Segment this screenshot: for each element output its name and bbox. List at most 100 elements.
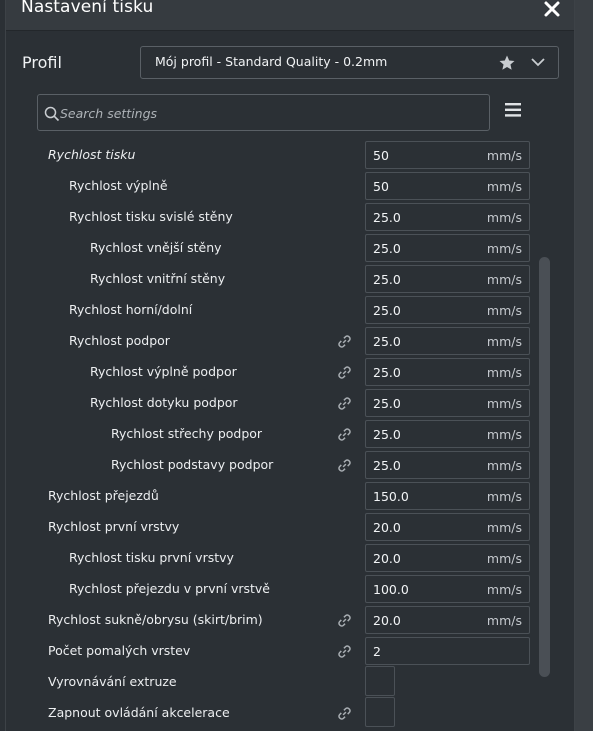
setting-unit: mm/s	[486, 272, 522, 287]
setting-label: Rychlost horní/dolní	[69, 302, 193, 317]
setting-label: Rychlost první vrstvy	[48, 519, 180, 534]
link-icon[interactable]	[337, 706, 352, 721]
profile-label: Profil	[22, 53, 62, 72]
setting-row: Rychlost střechy podpor 25.0 mm/s	[6, 418, 536, 449]
setting-label: Rychlost podpor	[69, 333, 170, 348]
setting-value: 25.0	[373, 365, 401, 380]
setting-row: Rychlost přejezdů 150.0 mm/s	[6, 480, 536, 511]
setting-label: Rychlost tisku první vrstvy	[69, 550, 234, 565]
setting-value: 50	[373, 179, 389, 194]
setting-value-field[interactable]: 50 mm/s	[365, 141, 530, 169]
setting-label: Počet pomalých vrstev	[48, 643, 191, 658]
setting-row: Rychlost tisku 50 mm/s	[6, 139, 536, 170]
setting-label: Zapnout ovládání akcelerace	[48, 705, 230, 720]
setting-unit: mm/s	[486, 210, 522, 225]
setting-row: Rychlost dotyku podpor 25.0 mm/s	[6, 387, 536, 418]
setting-value-field[interactable]: 25.0 mm/s	[365, 327, 530, 355]
setting-value: 100.0	[373, 582, 409, 597]
setting-value: 2	[373, 644, 381, 659]
setting-row: Počet pomalých vrstev 2	[6, 635, 536, 666]
setting-value: 20.0	[373, 613, 401, 628]
setting-unit: mm/s	[486, 365, 522, 380]
link-icon[interactable]	[337, 396, 352, 411]
setting-unit: mm/s	[486, 520, 522, 535]
setting-row: Rychlost vnitřní stěny 25.0 mm/s	[6, 263, 536, 294]
setting-label: Rychlost vnější stěny	[90, 240, 222, 255]
setting-row: Rychlost podpor 25.0 mm/s	[6, 325, 536, 356]
panel-title: Nastavení tisku	[21, 0, 154, 17]
setting-unit: mm/s	[486, 179, 522, 194]
setting-label: Rychlost střechy podpor	[111, 426, 263, 441]
setting-unit: mm/s	[486, 396, 522, 411]
setting-unit: mm/s	[486, 551, 522, 566]
search-input[interactable]	[60, 103, 480, 123]
scrollbar[interactable]	[539, 257, 550, 677]
setting-value-field[interactable]: 25.0 mm/s	[365, 451, 530, 479]
setting-value-field[interactable]: 20.0 mm/s	[365, 606, 530, 634]
print-settings-panel: Nastavení tisku Profil Mój profil - Stan…	[5, 0, 575, 731]
setting-label: Rychlost výplně podpor	[90, 364, 237, 379]
setting-value-field[interactable]: 150.0 mm/s	[365, 482, 530, 510]
link-icon[interactable]	[337, 613, 352, 628]
setting-unit: mm/s	[486, 613, 522, 628]
setting-value: 25.0	[373, 458, 401, 473]
hamburger-menu-icon[interactable]	[505, 103, 521, 117]
setting-row: Rychlost výplně 50 mm/s	[6, 170, 536, 201]
setting-value: 25.0	[373, 272, 401, 287]
setting-value: 50	[373, 148, 389, 163]
setting-label: Rychlost dotyku podpor	[90, 395, 238, 410]
profile-dropdown[interactable]: Mój profil - Standard Quality - 0.2mm	[140, 46, 559, 79]
setting-value-field[interactable]: 25.0 mm/s	[365, 296, 530, 324]
close-icon[interactable]	[542, 0, 562, 19]
link-icon[interactable]	[337, 365, 352, 380]
setting-row: Rychlost vnější stěny 25.0 mm/s	[6, 232, 536, 263]
setting-label: Rychlost tisku svislé stěny	[69, 209, 233, 224]
setting-row: Rychlost přejezdu v první vrstvě 100.0 mm/…	[6, 573, 536, 604]
panel-titlebar: Nastavení tisku	[6, 0, 574, 31]
chevron-down-icon[interactable]	[531, 57, 545, 67]
setting-value-field[interactable]: 2	[365, 637, 530, 665]
link-icon[interactable]	[337, 458, 352, 473]
search-field[interactable]	[37, 94, 490, 131]
setting-value-field[interactable]: 25.0 mm/s	[365, 358, 530, 386]
setting-unit: mm/s	[486, 458, 522, 473]
setting-value-field[interactable]: 25.0 mm/s	[365, 420, 530, 448]
setting-value: 25.0	[373, 210, 401, 225]
setting-value: 20.0	[373, 520, 401, 535]
star-icon[interactable]	[498, 54, 516, 72]
setting-value: 25.0	[373, 303, 401, 318]
link-icon[interactable]	[337, 334, 352, 349]
setting-value-field[interactable]: 100.0 mm/s	[365, 575, 530, 603]
setting-row: Rychlost výplně podpor 25.0 mm/s	[6, 356, 536, 387]
setting-value-field[interactable]: 20.0 mm/s	[365, 513, 530, 541]
setting-value-field[interactable]: 25.0 mm/s	[365, 389, 530, 417]
link-icon[interactable]	[337, 427, 352, 442]
setting-row: Zapnout ovládání akcelerace	[6, 697, 536, 728]
setting-label: Rychlost přejezdů	[48, 488, 159, 503]
setting-row: Rychlost tisku svislé stěny 25.0 mm/s	[6, 201, 536, 232]
setting-row: Rychlost tisku první vrstvy 20.0 mm/s	[6, 542, 536, 573]
background-right-strip	[575, 0, 593, 731]
setting-label: Rychlost tisku	[48, 147, 136, 162]
setting-label: Rychlost sukně/obrysu (skirt/brim)	[48, 612, 263, 627]
setting-value-field[interactable]: 25.0 mm/s	[365, 234, 530, 262]
setting-checkbox[interactable]	[365, 697, 395, 727]
setting-value: 25.0	[373, 396, 401, 411]
setting-value: 25.0	[373, 427, 401, 442]
setting-value-field[interactable]: 25.0 mm/s	[365, 203, 530, 231]
setting-unit: mm/s	[486, 241, 522, 256]
setting-checkbox[interactable]	[365, 666, 395, 696]
profile-value: Mój profil - Standard Quality - 0.2mm	[155, 54, 388, 69]
setting-value: 20.0	[373, 551, 401, 566]
setting-value-field[interactable]: 20.0 mm/s	[365, 544, 530, 572]
setting-row: Rychlost podstavy podpor 25.0 mm/s	[6, 449, 536, 480]
link-icon[interactable]	[337, 644, 352, 659]
setting-value-field[interactable]: 50 mm/s	[365, 172, 530, 200]
setting-label: Vyrovnávání extruze	[48, 674, 177, 689]
setting-unit: mm/s	[486, 427, 522, 442]
setting-value: 25.0	[373, 334, 401, 349]
setting-value: 150.0	[373, 489, 409, 504]
setting-label: Rychlost přejezdu v první vrstvě	[69, 581, 270, 596]
setting-value-field[interactable]: 25.0 mm/s	[365, 265, 530, 293]
setting-unit: mm/s	[486, 148, 522, 163]
